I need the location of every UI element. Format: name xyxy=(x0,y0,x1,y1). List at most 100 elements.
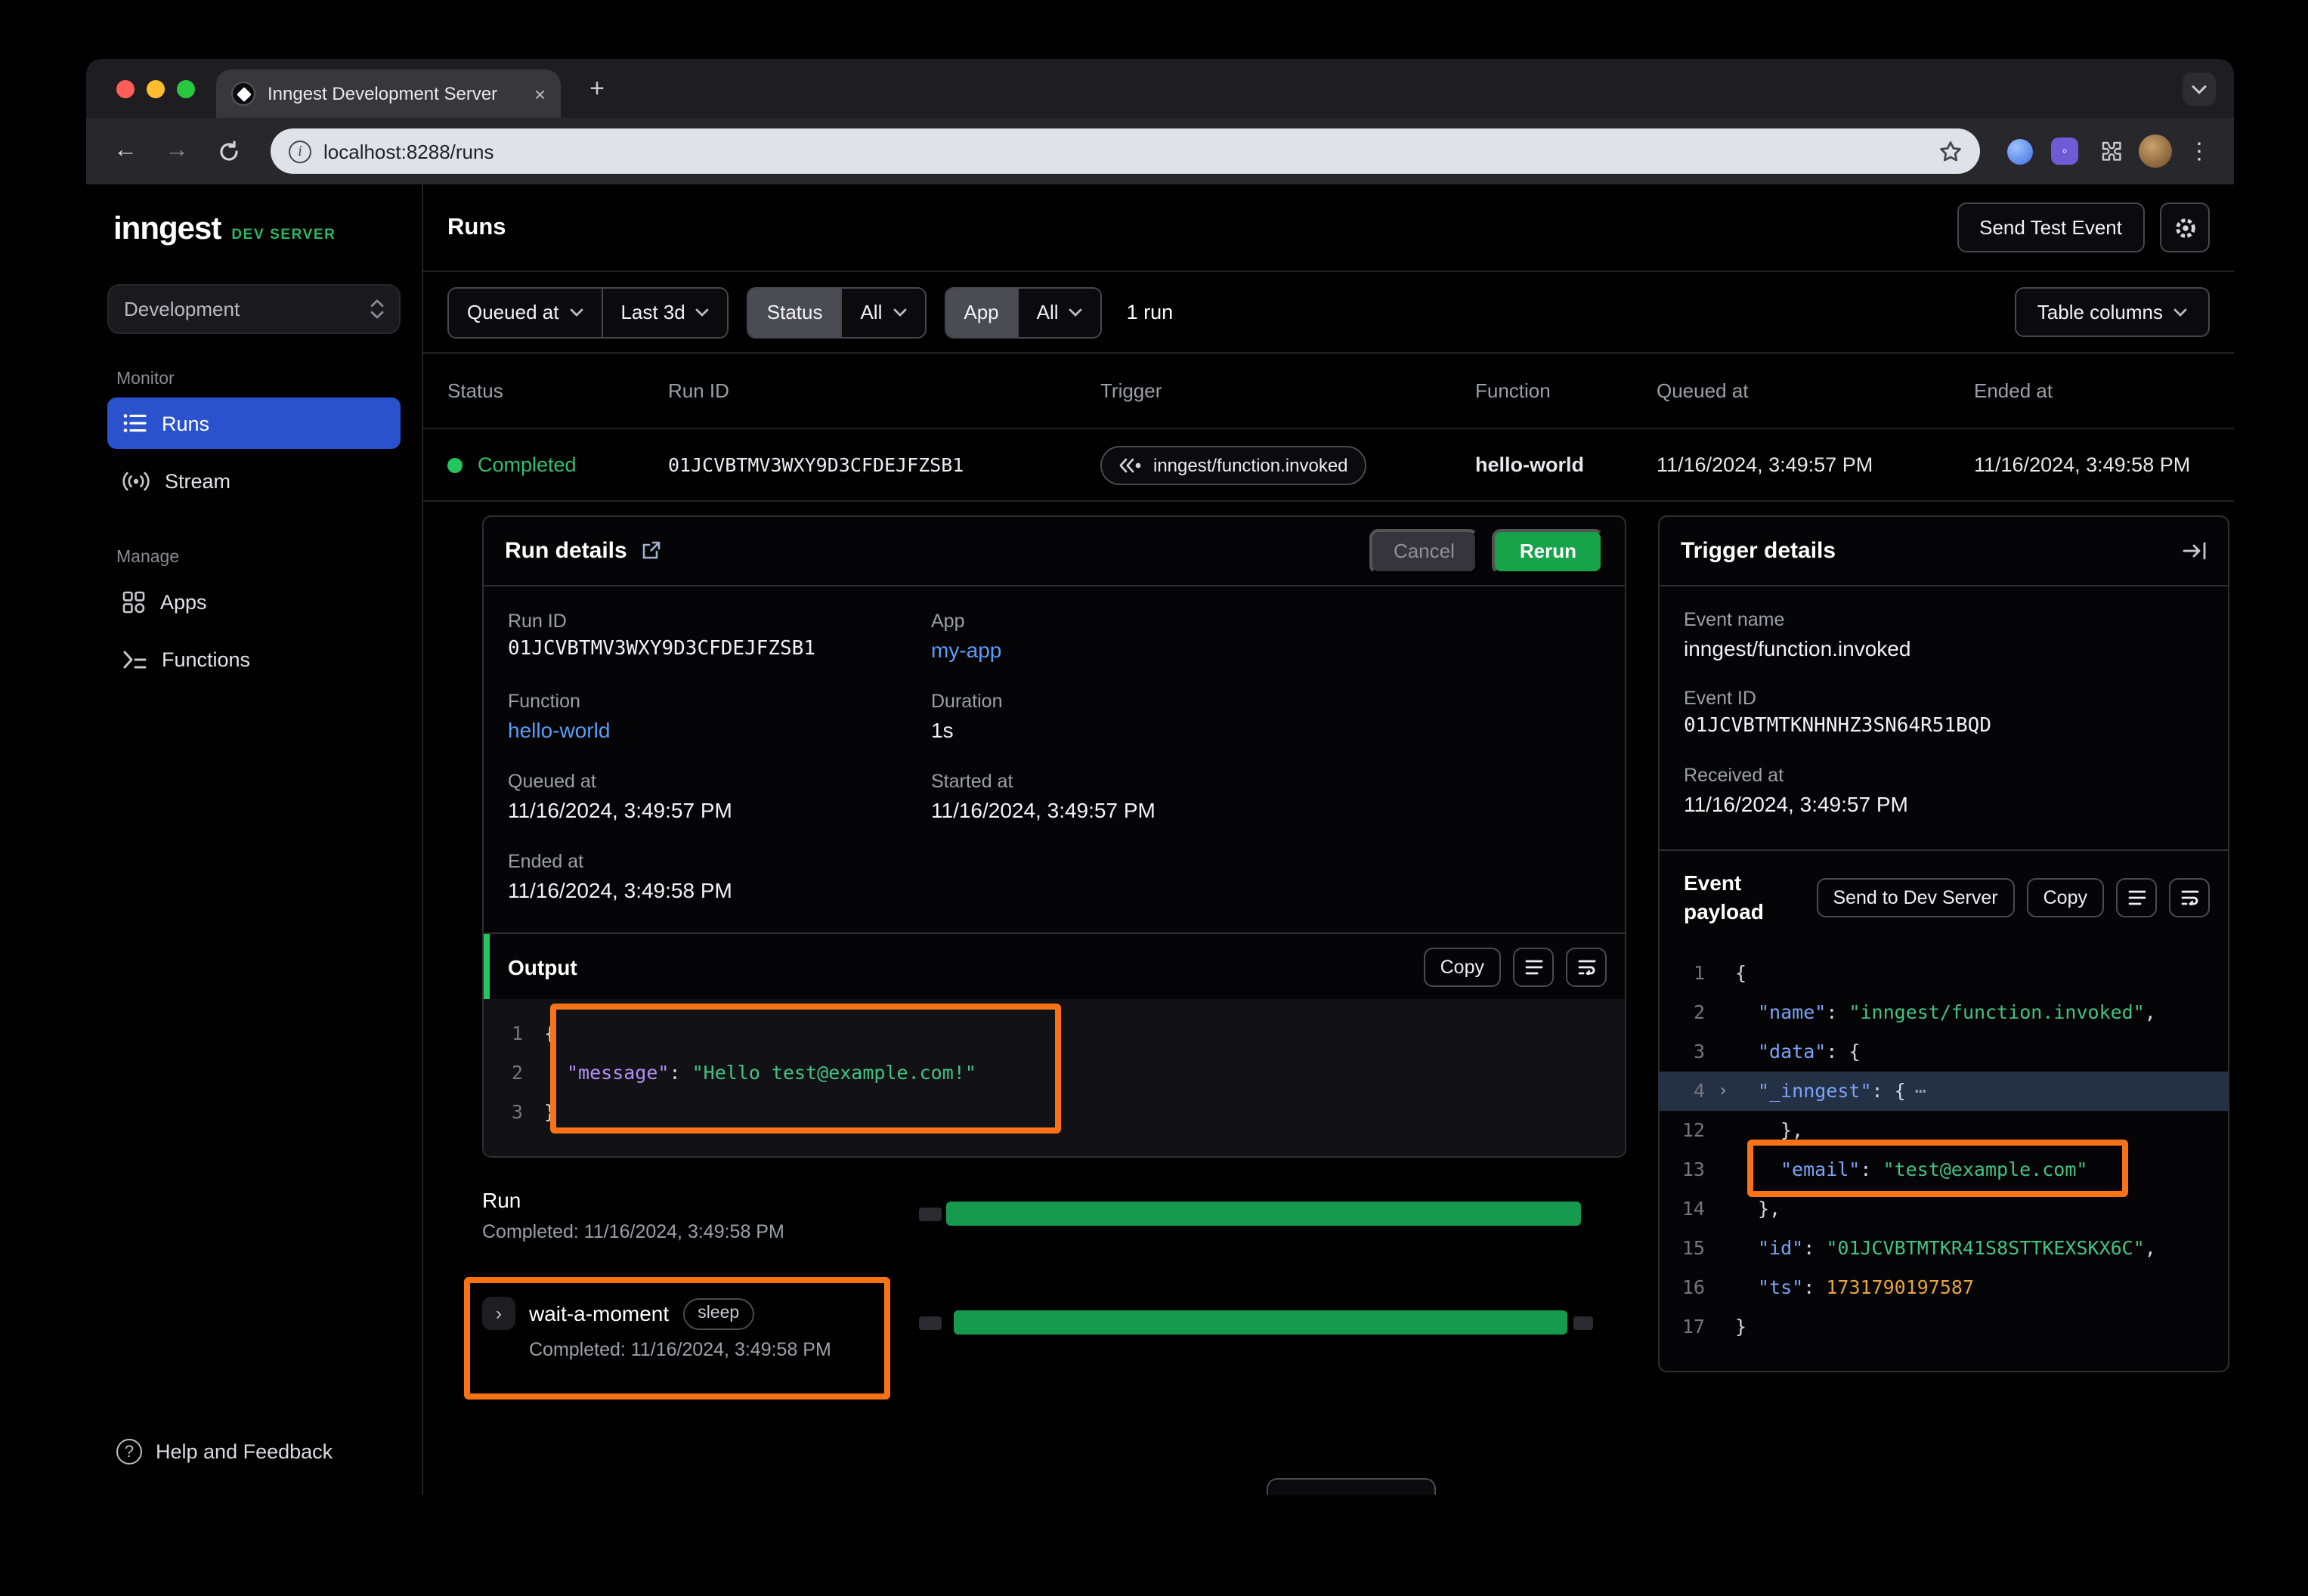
collapse-panel-icon[interactable] xyxy=(2183,541,2207,561)
collapse-chevron-icon[interactable]: › xyxy=(1711,1072,1735,1111)
payload-copy-button[interactable]: Copy xyxy=(2027,878,2104,917)
tab-strip: Inngest Development Server × + xyxy=(86,59,2234,118)
back-button[interactable]: ← xyxy=(104,130,147,172)
table-columns-button[interactable]: Table columns xyxy=(2015,287,2210,337)
run-duration-bar[interactable] xyxy=(946,1202,1581,1226)
row-ended-at: 11/16/2024, 3:49:58 PM xyxy=(1974,453,2210,476)
app-filter-value[interactable]: All xyxy=(1017,288,1101,336)
step-expand-button[interactable]: › xyxy=(482,1297,515,1330)
code-key: "ts" xyxy=(1758,1276,1803,1298)
code-token: , xyxy=(2145,1001,2156,1023)
updown-chevron-icon xyxy=(370,299,384,319)
main-content: Runs Send Test Event Queued at xyxy=(423,184,2234,1495)
timeline-run-row: Run Completed: 11/16/2024, 3:49:58 PM xyxy=(482,1188,1626,1251)
tab-close-icon[interactable]: × xyxy=(534,84,546,104)
code-token: }, xyxy=(1735,1189,1781,1229)
line-number: 3 xyxy=(1660,1032,1711,1072)
queued-at-filter[interactable]: Queued at xyxy=(449,288,601,336)
dev-server-badge: DEV SERVER xyxy=(231,227,336,243)
extension-purple-icon[interactable]: ◦ xyxy=(2047,133,2083,169)
cancel-button[interactable]: Cancel xyxy=(1369,528,1479,574)
detail-duration: 1s xyxy=(931,718,1601,742)
field-label: Event ID xyxy=(1684,688,2204,709)
col-status: Status xyxy=(447,379,668,402)
partial-expand-button[interactable] xyxy=(1267,1478,1436,1495)
inngest-favicon-icon xyxy=(231,82,255,106)
field-label: Ended at xyxy=(508,851,931,872)
detail-function-link[interactable]: hello-world xyxy=(508,718,931,742)
line-number: 1 xyxy=(1660,954,1711,993)
minimize-window-button[interactable] xyxy=(147,79,165,97)
logo: inngest DEV SERVER xyxy=(107,212,401,248)
profile-avatar[interactable] xyxy=(2137,133,2173,169)
site-info-icon[interactable]: i xyxy=(289,140,311,162)
collapsed-inngest-row[interactable]: 4›"_inngest": {⋯ xyxy=(1660,1072,2228,1111)
code-token: }, xyxy=(1735,1111,1803,1150)
trigger-details-title: Trigger details xyxy=(1681,538,1836,564)
output-code-block[interactable]: 1{ 2"message": "Hello test@example.com!"… xyxy=(484,999,1625,1156)
trigger-pill[interactable]: inngest/function.invoked xyxy=(1100,445,1366,484)
tab-list-chevron-icon[interactable] xyxy=(2183,73,2216,106)
extension-blue-icon[interactable] xyxy=(2001,133,2037,169)
status-filter-value[interactable]: All xyxy=(840,288,924,336)
zoom-window-button[interactable] xyxy=(177,79,195,97)
chevron-down-icon xyxy=(1069,308,1083,317)
external-link-icon[interactable] xyxy=(641,541,661,561)
detail-app-link[interactable]: my-app xyxy=(931,638,1601,662)
sidebar-item-label: Stream xyxy=(165,469,230,492)
environment-selector[interactable]: Development xyxy=(107,284,401,334)
payload-format-button[interactable] xyxy=(2116,878,2157,917)
sidebar-item-label: Functions xyxy=(162,648,250,670)
url-text: localhost:8288/runs xyxy=(323,140,1927,162)
wrap-text-icon xyxy=(1577,959,1595,974)
run-id: 01JCVBTMV3WXY9D3CFDEJFZSB1 xyxy=(668,453,1100,476)
align-lines-icon xyxy=(2127,890,2146,905)
code-key: "email" xyxy=(1781,1158,1860,1180)
run-count: 1 run xyxy=(1127,301,1174,323)
code-token: : xyxy=(1860,1158,1883,1180)
sidebar-item-apps[interactable]: Apps xyxy=(107,576,401,627)
rerun-button[interactable]: Rerun xyxy=(1493,528,1604,574)
collapsed-ellipsis[interactable]: ⋯ xyxy=(1915,1079,1926,1102)
run-details-section: Run details Cancel Rerun Run ID 01JCVBTM… xyxy=(423,502,2234,1495)
time-filter-group: Queued at Last 3d xyxy=(447,286,729,338)
bookmark-star-icon[interactable] xyxy=(1939,140,1962,162)
settings-gear-button[interactable] xyxy=(2160,203,2210,252)
sidebar-item-runs[interactable]: Runs xyxy=(107,397,401,449)
close-window-button[interactable] xyxy=(116,79,135,97)
step-duration-bar[interactable] xyxy=(954,1310,1567,1335)
run-table-row[interactable]: Completed 01JCVBTMV3WXY9D3CFDEJFZSB1 inn… xyxy=(423,429,2234,502)
browser-menu-icon[interactable]: ⋮ xyxy=(2183,138,2216,165)
code-token: : xyxy=(1803,1236,1826,1259)
help-and-feedback[interactable]: ? Help and Feedback xyxy=(107,1430,401,1474)
sidebar-item-label: Apps xyxy=(160,590,207,613)
col-function: Function xyxy=(1475,379,1657,402)
sidebar-item-stream[interactable]: Stream xyxy=(107,455,401,506)
output-wrap-button[interactable] xyxy=(1566,947,1607,986)
detail-queued-at: 11/16/2024, 3:49:57 PM xyxy=(508,798,931,822)
line-number: 2 xyxy=(1660,993,1711,1032)
run-details-fields: Run ID 01JCVBTMV3WXY9D3CFDEJFZSB1 App my… xyxy=(484,586,1625,933)
payload-wrap-button[interactable] xyxy=(2169,878,2210,917)
field-label: Run ID xyxy=(508,611,931,632)
time-range-filter[interactable]: Last 3d xyxy=(601,288,727,336)
code-token: { xyxy=(1735,954,1746,993)
code-key: "message" xyxy=(567,1061,669,1084)
browser-tab[interactable]: Inngest Development Server × xyxy=(216,70,561,118)
event-payload-code[interactable]: 1{ 2"name": "inngest/function.invoked", … xyxy=(1660,945,2228,1371)
output-copy-button[interactable]: Copy xyxy=(1424,947,1501,986)
code-token: : xyxy=(669,1061,691,1084)
send-to-dev-server-button[interactable]: Send to Dev Server xyxy=(1816,878,2014,917)
event-trigger-icon xyxy=(1118,457,1143,472)
sidebar-item-functions[interactable]: Functions xyxy=(107,633,401,685)
extensions-puzzle-icon[interactable] xyxy=(2092,133,2128,169)
address-bar[interactable]: i localhost:8288/runs xyxy=(271,128,1980,174)
output-format-button[interactable] xyxy=(1513,947,1554,986)
new-tab-button[interactable]: + xyxy=(579,70,615,107)
send-test-event-button[interactable]: Send Test Event xyxy=(1957,203,2145,252)
reload-button[interactable] xyxy=(207,130,249,172)
align-lines-icon xyxy=(1524,959,1542,974)
code-token: , xyxy=(2145,1236,2156,1259)
trigger-details-fields: Event name inngest/function.invoked Even… xyxy=(1660,586,2228,849)
forward-button[interactable]: → xyxy=(156,130,198,172)
